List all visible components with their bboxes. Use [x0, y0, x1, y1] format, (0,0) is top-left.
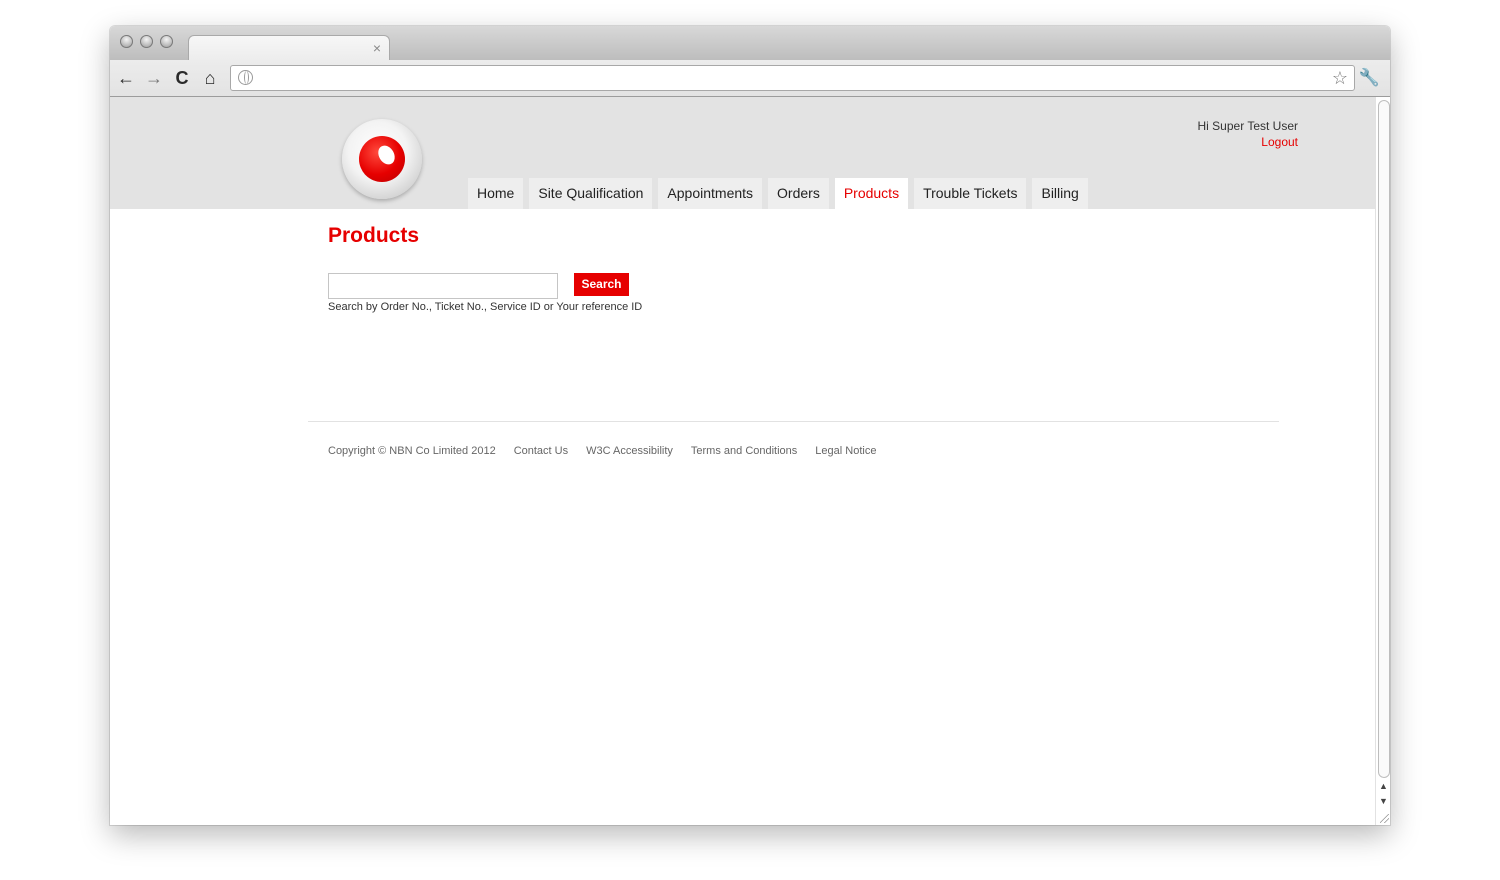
address-bar[interactable]: ☆ — [230, 65, 1355, 91]
scroll-up-icon[interactable]: ▲ — [1378, 780, 1389, 792]
nav-tab-orders[interactable]: Orders — [768, 178, 829, 209]
browser-window: × ← → C ⌂ ☆ 🔧 Hi Super Test User Logout … — [110, 26, 1390, 825]
search-button[interactable]: Search — [574, 273, 629, 296]
tab-close-icon[interactable]: × — [373, 39, 381, 57]
page-title: Products — [328, 224, 420, 247]
wrench-menu-icon[interactable]: 🔧 — [1359, 67, 1380, 89]
search-help-text: Search by Order No., Ticket No., Service… — [328, 301, 643, 313]
footer-link-terms[interactable]: Terms and Conditions — [691, 445, 797, 457]
nav-tab-billing[interactable]: Billing — [1032, 178, 1088, 209]
bookmark-star-icon[interactable]: ☆ — [1332, 66, 1348, 90]
minimize-window-button[interactable] — [140, 35, 153, 48]
home-icon[interactable]: ⌂ — [199, 67, 221, 89]
nav-tab-appointments[interactable]: Appointments — [658, 178, 763, 209]
reload-icon[interactable]: C — [171, 67, 193, 89]
logo-red-circle — [359, 136, 405, 182]
scroll-thumb[interactable] — [1378, 100, 1390, 778]
footer-link-contact-us[interactable]: Contact Us — [514, 445, 568, 457]
site-header: Hi Super Test User Logout Home Site Qual… — [110, 97, 1375, 209]
browser-tab[interactable]: × — [188, 35, 390, 62]
nav-tab-site-qualification[interactable]: Site Qualification — [529, 178, 653, 209]
footer-link-w3c-accessibility[interactable]: W3C Accessibility — [586, 445, 673, 457]
vertical-scrollbar[interactable]: ▲ ▼ — [1375, 97, 1390, 825]
search-input[interactable] — [328, 273, 558, 299]
back-icon[interactable]: ← — [115, 67, 137, 89]
close-window-button[interactable] — [120, 35, 133, 48]
logout-link[interactable]: Logout — [1261, 135, 1298, 149]
scroll-down-icon[interactable]: ▼ — [1378, 795, 1389, 807]
footer-divider — [308, 421, 1279, 422]
resize-grip-icon[interactable] — [1380, 814, 1389, 823]
vodafone-logo[interactable] — [342, 119, 422, 199]
page-viewport: Hi Super Test User Logout Home Site Qual… — [110, 97, 1375, 825]
browser-toolbar: ← → C ⌂ ☆ 🔧 — [110, 60, 1390, 97]
footer: Copyright © NBN Co Limited 2012 Contact … — [328, 445, 894, 457]
footer-link-legal-notice[interactable]: Legal Notice — [815, 445, 876, 457]
user-greeting: Hi Super Test User — [1197, 119, 1298, 133]
logo-quote-mark — [375, 142, 398, 168]
nav-tab-trouble-tickets[interactable]: Trouble Tickets — [914, 178, 1027, 209]
zoom-window-button[interactable] — [160, 35, 173, 48]
forward-icon[interactable]: → — [143, 67, 165, 89]
footer-copyright: Copyright © NBN Co Limited 2012 — [328, 445, 496, 457]
nav-tab-products[interactable]: Products — [834, 178, 909, 209]
nav-tab-home[interactable]: Home — [468, 178, 524, 209]
title-bar: × — [110, 26, 1390, 62]
main-nav: Home Site Qualification Appointments Ord… — [468, 178, 1094, 209]
globe-icon — [238, 70, 253, 85]
